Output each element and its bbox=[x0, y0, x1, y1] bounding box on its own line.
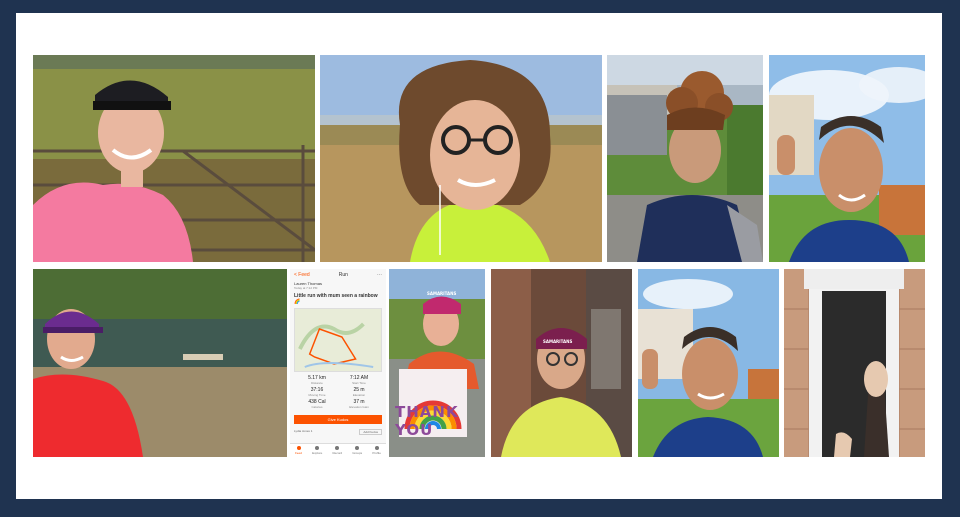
give-kudos-button[interactable]: Give Kudos bbox=[294, 415, 382, 424]
photo-woman-thank-you-sign: THANK YOU SAMARITANS bbox=[389, 269, 485, 457]
strava-activity-title: Little run with mum seen a rainbow 🌈 bbox=[294, 293, 378, 305]
groups-icon bbox=[355, 446, 360, 450]
strava-back-link[interactable]: < Feed bbox=[294, 272, 310, 278]
feed-icon bbox=[296, 446, 301, 450]
strava-route-map bbox=[294, 308, 382, 372]
explore-icon bbox=[315, 446, 320, 450]
photo-woman-glasses-moorland bbox=[320, 55, 602, 262]
tab-record[interactable]: Record bbox=[332, 446, 342, 455]
photo-woman-pink-field bbox=[33, 55, 315, 262]
add-kudos-button[interactable]: Add Kudos bbox=[359, 429, 382, 435]
tab-profile[interactable]: Profile bbox=[372, 446, 381, 455]
photo-treadmill bbox=[784, 269, 925, 457]
stat-distance: 5.17 km Distance bbox=[308, 375, 326, 385]
strava-header-title: Run bbox=[338, 272, 348, 278]
collage-frame: < Feed Run ⋯ Lauren Thomas Today at 7:12… bbox=[16, 13, 942, 499]
photo-woman-curly-hair bbox=[607, 55, 763, 262]
stat-start-time: 7:12 AM Start Time bbox=[349, 375, 369, 385]
tab-groups[interactable]: Groups bbox=[352, 446, 362, 455]
strava-stats: 5.17 km Distance 7:12 AM Start Time 37:1… bbox=[290, 372, 386, 412]
photo-woman-red-riverside bbox=[33, 269, 287, 457]
stat-elevation-gain: 37 m Elevation Gain bbox=[349, 399, 369, 409]
stat-calories: 438 Cal Calories bbox=[308, 399, 326, 409]
tab-feed[interactable]: Feed bbox=[295, 446, 302, 455]
strava-topbar: < Feed Run ⋯ bbox=[290, 269, 386, 281]
share-icon[interactable]: ⋯ bbox=[377, 272, 382, 278]
photo-woman-yellow-jacket: SAMARITANS bbox=[491, 269, 632, 457]
kudos-row: Lydia Jones 1 Add Kudos bbox=[290, 427, 386, 437]
photo-man-thumbs-up-street bbox=[638, 269, 779, 457]
tab-explore[interactable]: Explore bbox=[312, 446, 322, 455]
cap-label-text-2: SAMARITANS bbox=[543, 339, 573, 344]
photo-man-thumbs-up-garden bbox=[769, 55, 925, 262]
strava-tabbar: Feed Explore Record Groups Profile bbox=[290, 443, 386, 457]
strava-screenshot: < Feed Run ⋯ Lauren Thomas Today at 7:12… bbox=[290, 269, 386, 457]
thank-you-sign-text: THANK YOU bbox=[395, 403, 459, 439]
kudos-text: Lydia Jones 1 bbox=[294, 429, 313, 433]
profile-icon bbox=[374, 446, 379, 450]
cap-label-text: SAMARITANS bbox=[427, 291, 457, 296]
record-icon bbox=[335, 446, 340, 450]
stat-elevation: 25 m Elevation bbox=[352, 387, 366, 397]
stat-moving-time: 37:16 Moving Time bbox=[308, 387, 326, 397]
